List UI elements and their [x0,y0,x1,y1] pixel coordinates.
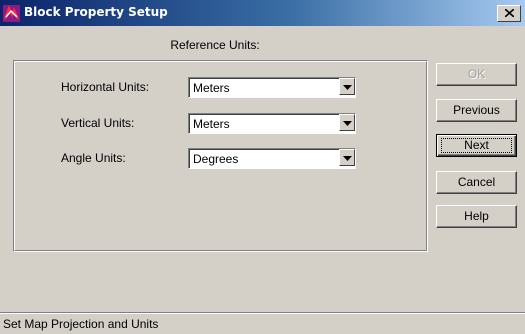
angle-units-value: Degrees [193,152,239,166]
status-bar: Set Map Projection and Units [0,312,525,334]
dropdown-arrow-icon [343,121,352,126]
title-bar[interactable]: Block Property Setup [0,0,525,26]
next-button[interactable]: Next [436,134,517,157]
cancel-button[interactable]: Cancel [436,171,517,194]
angle-units-label: Angle Units: [61,151,126,165]
previous-button[interactable]: Previous [436,99,517,122]
close-button[interactable] [497,5,521,22]
vertical-units-value: Meters [193,117,230,131]
horizontal-units-dropdown-button[interactable] [339,78,355,95]
next-button-label: Next [441,138,512,153]
window-title: Block Property Setup [24,5,168,19]
help-button[interactable]: Help [436,205,517,228]
dropdown-arrow-icon [343,156,352,161]
horizontal-units-dropdown[interactable]: Meters [188,77,356,98]
ok-button[interactable]: OK [436,63,517,86]
vertical-units-dropdown[interactable]: Meters [188,113,356,134]
dropdown-arrow-icon [343,85,352,90]
angle-units-dropdown-button[interactable] [339,149,355,166]
vertical-units-label: Vertical Units: [61,116,135,130]
reference-units-heading: Reference Units: [170,38,260,52]
horizontal-units-label: Horizontal Units: [61,80,150,94]
angle-units-dropdown[interactable]: Degrees [188,148,356,169]
vertical-units-dropdown-button[interactable] [339,114,355,131]
horizontal-units-value: Meters [193,81,230,95]
close-icon [505,9,514,17]
status-text: Set Map Projection and Units [3,317,159,331]
app-icon [3,5,20,22]
